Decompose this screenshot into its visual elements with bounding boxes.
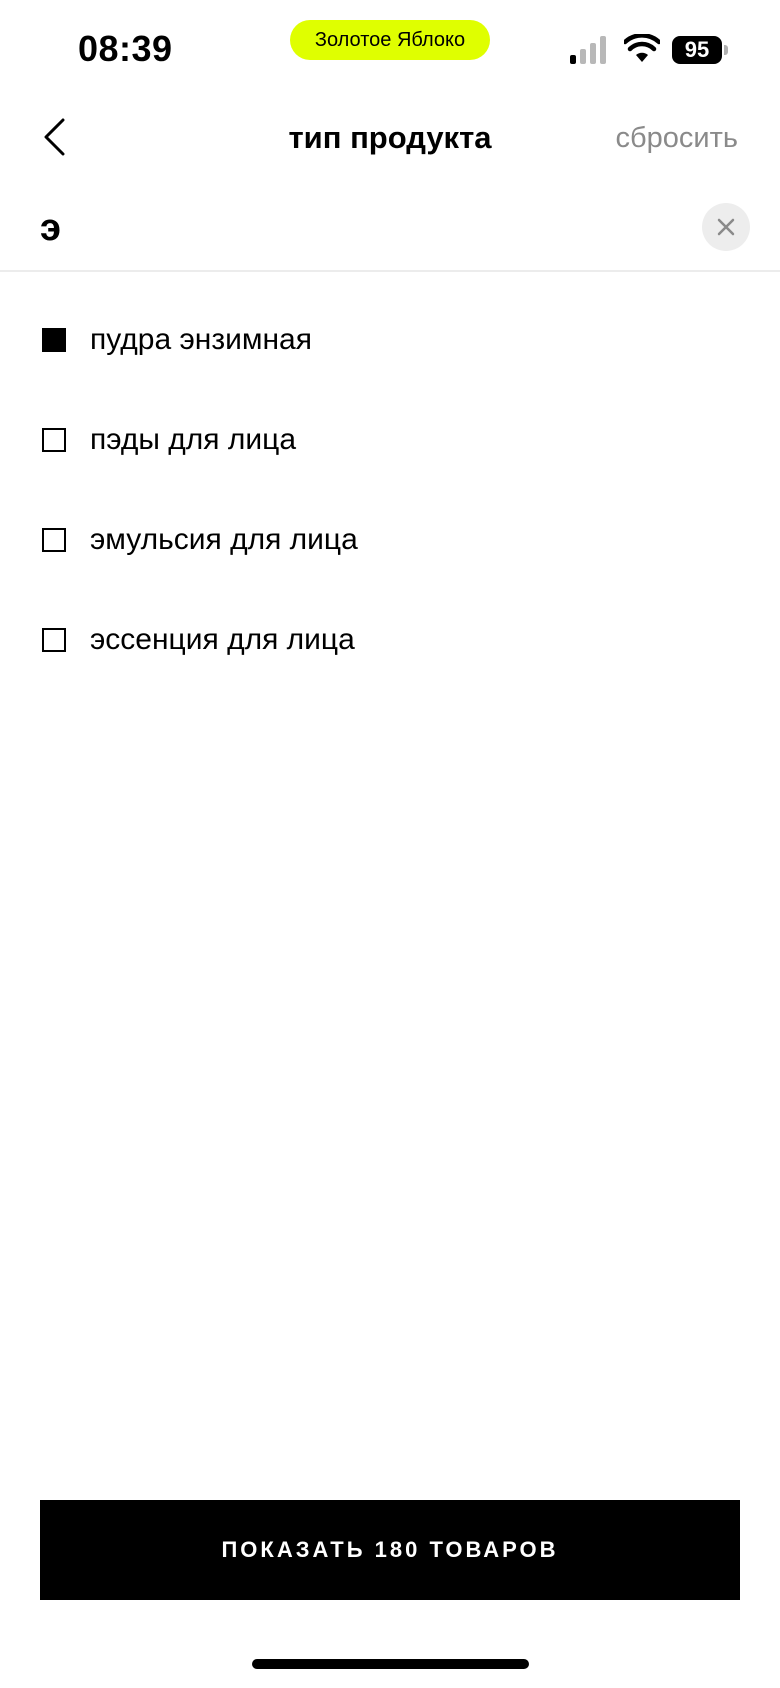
reset-button[interactable]: сбросить (616, 122, 738, 155)
list-item[interactable]: эмульсия для лица (0, 490, 780, 590)
checkbox[interactable] (42, 528, 66, 552)
status-bar: 08:39 Золотое Яблоко 95 (0, 0, 780, 100)
checkbox[interactable] (42, 628, 66, 652)
product-type-list: пудра энзимная пэды для лица эмульсия дл… (0, 290, 780, 690)
list-item[interactable]: эссенция для лица (0, 590, 780, 690)
list-item[interactable]: пудра энзимная (0, 290, 780, 390)
battery-tip (724, 45, 728, 55)
option-label: пудра энзимная (90, 323, 312, 356)
carrier-pill: Золотое Яблоко (290, 20, 490, 60)
navigation-header: тип продукта сбросить (0, 100, 780, 176)
option-label: эмульсия для лица (90, 523, 358, 556)
wifi-icon (624, 34, 660, 62)
option-label: пэды для лица (90, 423, 297, 456)
checkbox[interactable] (42, 328, 66, 352)
checkbox[interactable] (42, 428, 66, 452)
close-icon (717, 218, 735, 236)
clear-search-button[interactable] (702, 203, 750, 251)
show-products-button[interactable]: ПОКАЗАТЬ 180 ТОВАРОВ (40, 1500, 740, 1600)
battery-icon: 95 (672, 36, 728, 64)
cellular-signal-icon (570, 36, 606, 64)
option-label: эссенция для лица (90, 623, 355, 656)
status-time: 08:39 (78, 28, 173, 69)
list-item[interactable]: пэды для лица (0, 390, 780, 490)
home-indicator (252, 1659, 529, 1669)
battery-level: 95 (672, 36, 722, 64)
search-input[interactable] (40, 200, 680, 256)
search-bar (0, 190, 780, 272)
